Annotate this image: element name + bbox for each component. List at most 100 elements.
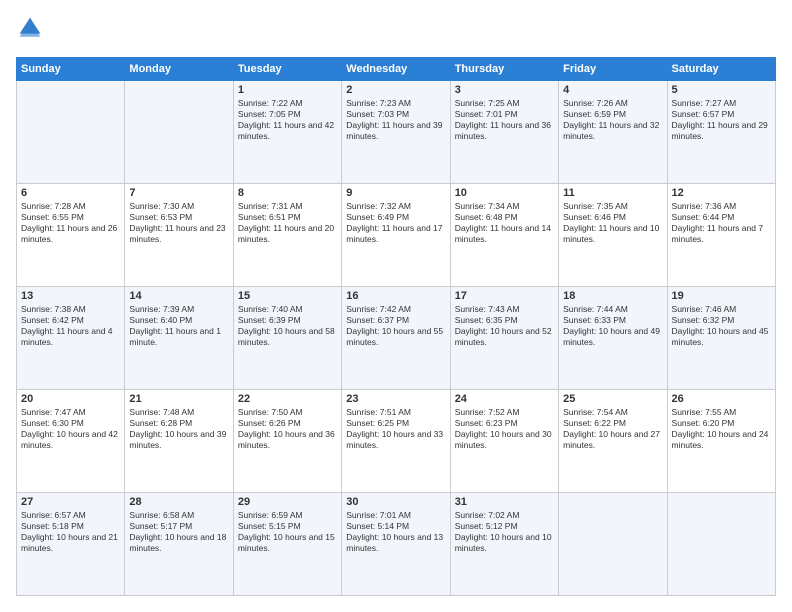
calendar-cell: 4 Sunrise: 7:26 AM Sunset: 6:59 PM Daylig…	[559, 81, 667, 184]
cell-info: Sunrise: 7:46 AM Sunset: 6:32 PM Dayligh…	[672, 304, 771, 348]
header	[16, 16, 776, 45]
calendar-cell: 10 Sunrise: 7:34 AM Sunset: 6:48 PM Dayli…	[450, 184, 558, 287]
cell-info: Sunrise: 7:52 AM Sunset: 6:23 PM Dayligh…	[455, 407, 554, 451]
cell-info: Sunrise: 6:58 AM Sunset: 5:17 PM Dayligh…	[129, 510, 228, 554]
cell-info: Sunrise: 7:31 AM Sunset: 6:51 PM Dayligh…	[238, 201, 337, 245]
cell-info: Sunrise: 7:36 AM Sunset: 6:44 PM Dayligh…	[672, 201, 771, 245]
calendar-cell: 8 Sunrise: 7:31 AM Sunset: 6:51 PM Daylig…	[233, 184, 341, 287]
calendar-cell	[667, 493, 775, 596]
calendar-cell: 17 Sunrise: 7:43 AM Sunset: 6:35 PM Dayli…	[450, 287, 558, 390]
calendar-cell: 22 Sunrise: 7:50 AM Sunset: 6:26 PM Dayli…	[233, 390, 341, 493]
cell-info: Sunrise: 7:27 AM Sunset: 6:57 PM Dayligh…	[672, 98, 771, 142]
cell-info: Sunrise: 7:02 AM Sunset: 5:12 PM Dayligh…	[455, 510, 554, 554]
day-number: 25	[563, 393, 662, 405]
week-row-4: 20 Sunrise: 7:47 AM Sunset: 6:30 PM Dayli…	[17, 390, 776, 493]
day-number: 17	[455, 290, 554, 302]
cell-info: Sunrise: 7:35 AM Sunset: 6:46 PM Dayligh…	[563, 201, 662, 245]
calendar-cell: 9Sunrise: 7:32 AM Sunset: 6:49 PM Daylig…	[342, 184, 450, 287]
cell-info: Sunrise: 7:23 AM Sunset: 7:03 PM Dayligh…	[346, 98, 445, 142]
weekday-header-saturday: Saturday	[667, 58, 775, 81]
day-number: 19	[672, 290, 771, 302]
day-number: 8	[238, 187, 337, 199]
day-number: 7	[129, 187, 228, 199]
calendar-cell: 13 Sunrise: 7:38 AM Sunset: 6:42 PM Dayli…	[17, 287, 125, 390]
day-number: 10	[455, 187, 554, 199]
cell-info: Sunrise: 6:59 AM Sunset: 5:15 PM Dayligh…	[238, 510, 337, 554]
day-number: 24	[455, 393, 554, 405]
cell-info: Sunrise: 7:55 AM Sunset: 6:20 PM Dayligh…	[672, 407, 771, 451]
cell-info: Sunrise: 7:47 AM Sunset: 6:30 PM Dayligh…	[21, 407, 120, 451]
day-number: 13	[21, 290, 120, 302]
calendar-cell: 5 Sunrise: 7:27 AM Sunset: 6:57 PM Daylig…	[667, 81, 775, 184]
week-row-1: 1Sunrise: 7:22 AM Sunset: 7:05 PM Daylig…	[17, 81, 776, 184]
calendar-cell: 3 Sunrise: 7:25 AM Sunset: 7:01 PM Daylig…	[450, 81, 558, 184]
calendar-cell: 25Sunrise: 7:54 AM Sunset: 6:22 PM Dayli…	[559, 390, 667, 493]
day-number: 16	[346, 290, 445, 302]
day-number: 5	[672, 84, 771, 96]
cell-info: Sunrise: 7:42 AM Sunset: 6:37 PM Dayligh…	[346, 304, 445, 348]
calendar-cell: 12 Sunrise: 7:36 AM Sunset: 6:44 PM Dayli…	[667, 184, 775, 287]
day-number: 9	[346, 187, 445, 199]
day-number: 12	[672, 187, 771, 199]
day-number: 20	[21, 393, 120, 405]
calendar-cell: 11 Sunrise: 7:35 AM Sunset: 6:46 PM Dayli…	[559, 184, 667, 287]
calendar-cell: 26 Sunrise: 7:55 AM Sunset: 6:20 PM Dayli…	[667, 390, 775, 493]
cell-info: Sunrise: 7:48 AM Sunset: 6:28 PM Dayligh…	[129, 407, 228, 451]
cell-info: Sunrise: 7:01 AM Sunset: 5:14 PM Dayligh…	[346, 510, 445, 554]
cell-info: Sunrise: 7:43 AM Sunset: 6:35 PM Dayligh…	[455, 304, 554, 348]
calendar-cell: 31Sunrise: 7:02 AM Sunset: 5:12 PM Dayli…	[450, 493, 558, 596]
calendar-cell: 19 Sunrise: 7:46 AM Sunset: 6:32 PM Dayli…	[667, 287, 775, 390]
calendar-cell: 27Sunrise: 6:57 AM Sunset: 5:18 PM Dayli…	[17, 493, 125, 596]
weekday-header-row: SundayMondayTuesdayWednesdayThursdayFrid…	[17, 58, 776, 81]
logo	[16, 16, 42, 45]
weekday-header-friday: Friday	[559, 58, 667, 81]
calendar-cell: 1Sunrise: 7:22 AM Sunset: 7:05 PM Daylig…	[233, 81, 341, 184]
cell-info: Sunrise: 7:25 AM Sunset: 7:01 PM Dayligh…	[455, 98, 554, 142]
day-number: 29	[238, 496, 337, 508]
day-number: 3	[455, 84, 554, 96]
day-number: 11	[563, 187, 662, 199]
cell-info: Sunrise: 7:40 AM Sunset: 6:39 PM Dayligh…	[238, 304, 337, 348]
calendar-cell: 29 Sunrise: 6:59 AM Sunset: 5:15 PM Dayli…	[233, 493, 341, 596]
day-number: 21	[129, 393, 228, 405]
cell-info: Sunrise: 6:57 AM Sunset: 5:18 PM Dayligh…	[21, 510, 120, 554]
calendar-cell: 18 Sunrise: 7:44 AM Sunset: 6:33 PM Dayli…	[559, 287, 667, 390]
calendar-cell	[559, 493, 667, 596]
week-row-5: 27Sunrise: 6:57 AM Sunset: 5:18 PM Dayli…	[17, 493, 776, 596]
day-number: 15	[238, 290, 337, 302]
day-number: 14	[129, 290, 228, 302]
weekday-header-wednesday: Wednesday	[342, 58, 450, 81]
week-row-3: 13 Sunrise: 7:38 AM Sunset: 6:42 PM Dayli…	[17, 287, 776, 390]
day-number: 6	[21, 187, 120, 199]
day-number: 1	[238, 84, 337, 96]
calendar-cell: 23Sunrise: 7:51 AM Sunset: 6:25 PM Dayli…	[342, 390, 450, 493]
calendar-cell: 14 Sunrise: 7:39 AM Sunset: 6:40 PM Dayli…	[125, 287, 233, 390]
calendar-cell: 24 Sunrise: 7:52 AM Sunset: 6:23 PM Dayli…	[450, 390, 558, 493]
day-number: 30	[346, 496, 445, 508]
cell-info: Sunrise: 7:39 AM Sunset: 6:40 PM Dayligh…	[129, 304, 228, 348]
calendar-cell: 21 Sunrise: 7:48 AM Sunset: 6:28 PM Dayli…	[125, 390, 233, 493]
page: SundayMondayTuesdayWednesdayThursdayFrid…	[0, 0, 792, 612]
calendar-cell: 2Sunrise: 7:23 AM Sunset: 7:03 PM Daylig…	[342, 81, 450, 184]
calendar-cell: 30 Sunrise: 7:01 AM Sunset: 5:14 PM Dayli…	[342, 493, 450, 596]
day-number: 18	[563, 290, 662, 302]
cell-info: Sunrise: 7:26 AM Sunset: 6:59 PM Dayligh…	[563, 98, 662, 142]
day-number: 4	[563, 84, 662, 96]
cell-info: Sunrise: 7:28 AM Sunset: 6:55 PM Dayligh…	[21, 201, 120, 245]
week-row-2: 6 Sunrise: 7:28 AM Sunset: 6:55 PM Daylig…	[17, 184, 776, 287]
cell-info: Sunrise: 7:38 AM Sunset: 6:42 PM Dayligh…	[21, 304, 120, 348]
weekday-header-thursday: Thursday	[450, 58, 558, 81]
calendar-cell: 7Sunrise: 7:30 AM Sunset: 6:53 PM Daylig…	[125, 184, 233, 287]
calendar-cell: 20 Sunrise: 7:47 AM Sunset: 6:30 PM Dayli…	[17, 390, 125, 493]
calendar-cell: 16 Sunrise: 7:42 AM Sunset: 6:37 PM Dayli…	[342, 287, 450, 390]
day-number: 26	[672, 393, 771, 405]
weekday-header-monday: Monday	[125, 58, 233, 81]
weekday-header-tuesday: Tuesday	[233, 58, 341, 81]
cell-info: Sunrise: 7:44 AM Sunset: 6:33 PM Dayligh…	[563, 304, 662, 348]
cell-info: Sunrise: 7:51 AM Sunset: 6:25 PM Dayligh…	[346, 407, 445, 451]
calendar-cell: 15 Sunrise: 7:40 AM Sunset: 6:39 PM Dayli…	[233, 287, 341, 390]
cell-info: Sunrise: 7:34 AM Sunset: 6:48 PM Dayligh…	[455, 201, 554, 245]
day-number: 22	[238, 393, 337, 405]
calendar-cell: 6 Sunrise: 7:28 AM Sunset: 6:55 PM Daylig…	[17, 184, 125, 287]
cell-info: Sunrise: 7:50 AM Sunset: 6:26 PM Dayligh…	[238, 407, 337, 451]
